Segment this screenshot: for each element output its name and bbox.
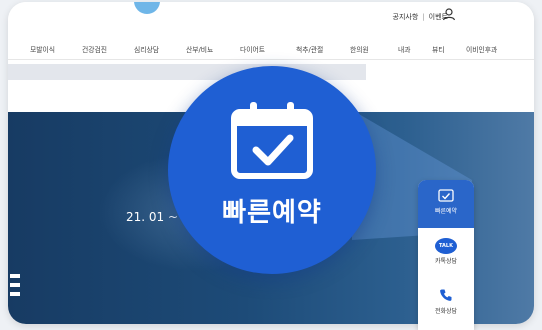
nav-item-hair[interactable]: 모발이식 xyxy=(30,44,55,54)
nav-item-ent[interactable]: 이비인후과 xyxy=(466,44,497,54)
quick-menu-kakao-label: 카톡상담 xyxy=(434,258,458,265)
category-nav: 모발이식 건강검진 심리상담 산부/비뇨 다이어트 척추/관절 한의원 내과 뷰… xyxy=(8,38,534,60)
user-icon[interactable] xyxy=(442,7,456,21)
nav-item-beauty[interactable]: 뷰티 xyxy=(432,44,445,54)
nav-item-counseling[interactable]: 심리상담 xyxy=(134,44,159,54)
hero-decoration xyxy=(10,274,20,304)
quick-menu-kakao[interactable]: TALK 카톡상담 xyxy=(418,238,474,265)
quick-menu-reservation[interactable]: 빠른예약 xyxy=(418,180,474,228)
logo[interactable] xyxy=(134,2,160,14)
quick-reservation-label: 빠른예약 xyxy=(222,198,322,228)
calendar-check-icon xyxy=(231,102,313,179)
talk-icon: TALK xyxy=(435,238,457,254)
phone-icon xyxy=(440,289,452,301)
top-bar: 공지사항 | 이벤트 xyxy=(8,2,534,32)
quick-menu-reservation-label: 빠른예약 xyxy=(434,208,458,215)
quick-menu-bar: 빠른예약 TALK 카톡상담 전화상담 xyxy=(418,180,474,330)
nav-item-obgyn[interactable]: 산부/비뇨 xyxy=(186,44,213,54)
calendar-check-icon xyxy=(438,189,454,202)
nav-item-diet[interactable]: 다이어트 xyxy=(240,44,265,54)
quick-menu-phone-label: 전화상담 xyxy=(434,308,458,315)
nav-item-checkup[interactable]: 건강검진 xyxy=(82,44,107,54)
quick-reservation-button[interactable]: 빠른예약 xyxy=(168,66,376,274)
quick-menu-phone[interactable]: 전화상담 xyxy=(418,288,474,315)
nav-item-spine[interactable]: 척추/관절 xyxy=(296,44,323,54)
notice-link[interactable]: 공지사항 xyxy=(393,12,419,22)
top-links: 공지사항 | 이벤트 xyxy=(393,12,448,22)
nav-item-oriental[interactable]: 한의원 xyxy=(350,44,369,54)
link-separator: | xyxy=(422,13,425,21)
nav-item-internal[interactable]: 내과 xyxy=(398,44,411,54)
